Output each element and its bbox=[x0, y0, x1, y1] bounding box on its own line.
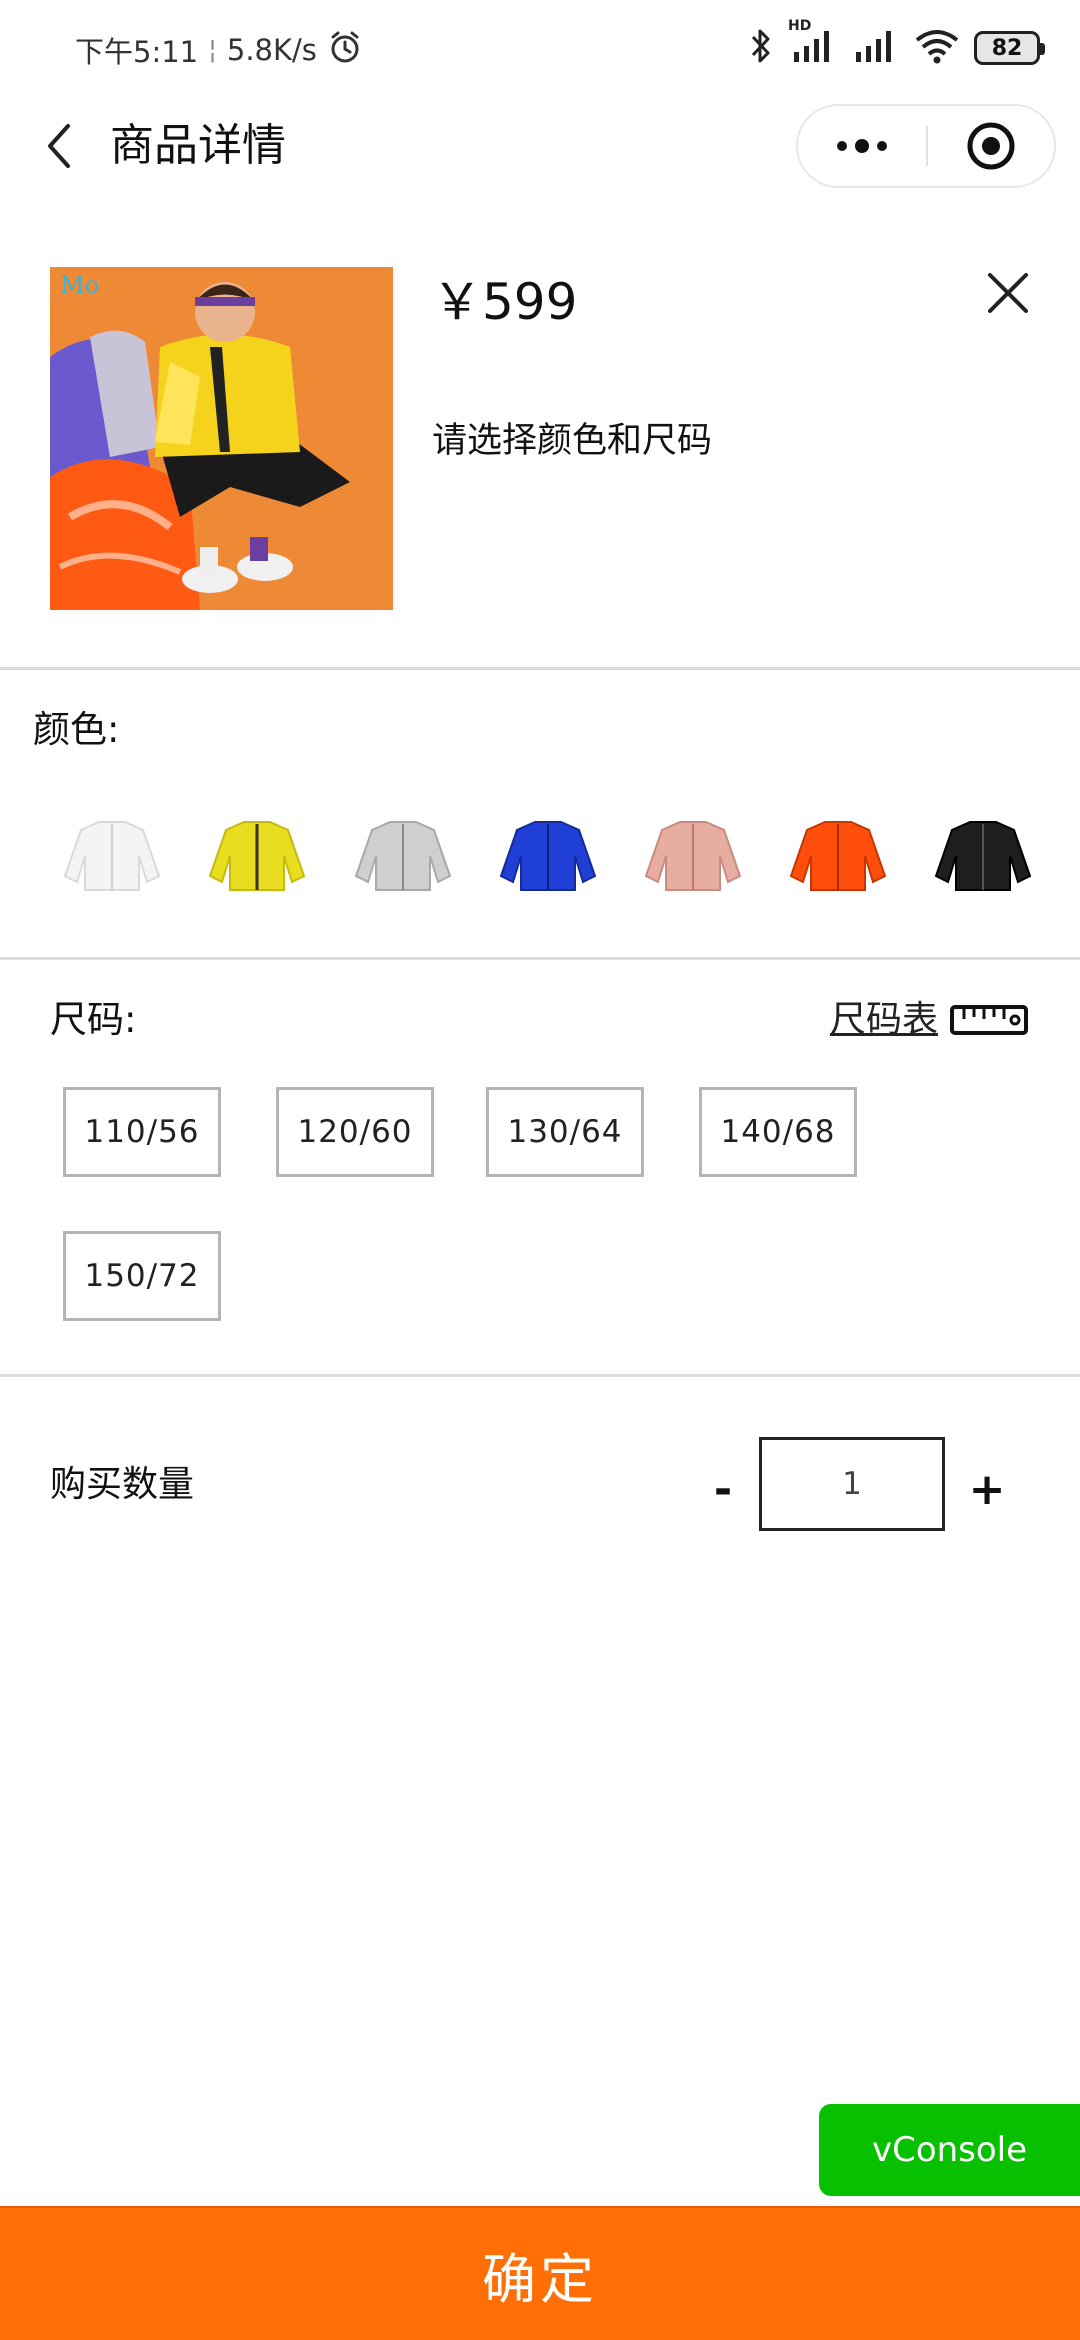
vconsole-button[interactable]: vConsole bbox=[819, 2104, 1080, 2196]
confirm-button[interactable]: 确定 bbox=[0, 2206, 1080, 2340]
quantity-decrease-button[interactable]: - bbox=[700, 1462, 746, 1518]
color-swatch-pink[interactable] bbox=[638, 810, 748, 900]
target-icon bbox=[967, 122, 1015, 170]
status-left: 下午5:11 ¦ 5.8K/s bbox=[75, 30, 363, 70]
jacket-icon bbox=[354, 821, 452, 891]
close-icon bbox=[988, 273, 1028, 313]
mini-program-capsule bbox=[796, 104, 1056, 188]
size-option-140-68[interactable]: 140/68 bbox=[699, 1087, 857, 1177]
jacket-icon bbox=[63, 821, 161, 891]
back-button[interactable] bbox=[30, 116, 90, 176]
battery-icon: 82 bbox=[974, 31, 1045, 65]
quantity-value: 1 bbox=[842, 1466, 862, 1502]
page-title: 商品详情 bbox=[110, 120, 286, 171]
size-option-120-60[interactable]: 120/60 bbox=[276, 1087, 434, 1177]
more-dots-icon bbox=[837, 139, 887, 153]
status-right: HD 82 bbox=[748, 18, 1045, 70]
quantity-input[interactable]: 1 bbox=[759, 1437, 945, 1531]
signal-icon bbox=[852, 26, 900, 70]
color-swatch-yellow[interactable] bbox=[202, 810, 312, 900]
size-option-110-56[interactable]: 110/56 bbox=[63, 1087, 221, 1177]
status-separator: ¦ bbox=[208, 35, 217, 65]
jacket-icon bbox=[644, 821, 742, 891]
product-image-logo: Mo bbox=[60, 271, 99, 299]
divider bbox=[0, 667, 1080, 670]
color-swatch-silver[interactable] bbox=[348, 810, 458, 900]
jacket-icon bbox=[208, 821, 306, 891]
alarm-icon bbox=[327, 29, 363, 72]
product-header: Mo ￥599 请选择颜色和尺码 bbox=[0, 250, 1080, 668]
status-net-speed: 5.8K/s bbox=[226, 33, 317, 67]
color-swatch-orange[interactable] bbox=[783, 810, 893, 900]
color-swatch-blue[interactable] bbox=[493, 810, 603, 900]
size-chart-link[interactable]: 尺码表 bbox=[830, 995, 1029, 1045]
nav-bar: 商品详情 bbox=[0, 96, 1080, 196]
quantity-label: 购买数量 bbox=[50, 1464, 195, 1505]
size-chart-label: 尺码表 bbox=[830, 999, 939, 1040]
divider bbox=[0, 1374, 1080, 1377]
jacket-icon bbox=[499, 821, 597, 891]
select-hint: 请选择颜色和尺码 bbox=[432, 421, 713, 461]
jacket-icon bbox=[789, 821, 887, 891]
status-time: 下午5:11 bbox=[75, 35, 199, 69]
close-miniprogram-button[interactable] bbox=[928, 106, 1054, 186]
chevron-left-icon bbox=[48, 124, 70, 168]
signal-hd-icon: HD bbox=[788, 18, 838, 70]
product-price: ￥599 bbox=[432, 273, 578, 331]
bluetooth-icon bbox=[748, 26, 774, 70]
status-bar: 下午5:11 ¦ 5.8K/s HD 82 bbox=[0, 0, 1080, 96]
size-option-130-64[interactable]: 130/64 bbox=[486, 1087, 644, 1177]
divider bbox=[0, 957, 1080, 960]
wifi-icon bbox=[914, 26, 960, 70]
close-button[interactable] bbox=[980, 265, 1036, 321]
hd-label: HD bbox=[788, 18, 812, 34]
quantity-increase-button[interactable]: + bbox=[962, 1462, 1012, 1518]
color-label: 颜色: bbox=[33, 708, 120, 751]
size-option-150-72[interactable]: 150/72 bbox=[63, 1231, 221, 1321]
jacket-icon bbox=[934, 821, 1032, 891]
more-button[interactable] bbox=[798, 106, 926, 186]
color-swatch-black[interactable] bbox=[928, 810, 1038, 900]
product-image: Mo bbox=[50, 267, 393, 610]
ruler-icon bbox=[950, 1005, 1029, 1035]
battery-level: 82 bbox=[991, 35, 1023, 61]
color-swatch-white[interactable] bbox=[57, 810, 167, 900]
size-label: 尺码: bbox=[50, 998, 137, 1041]
